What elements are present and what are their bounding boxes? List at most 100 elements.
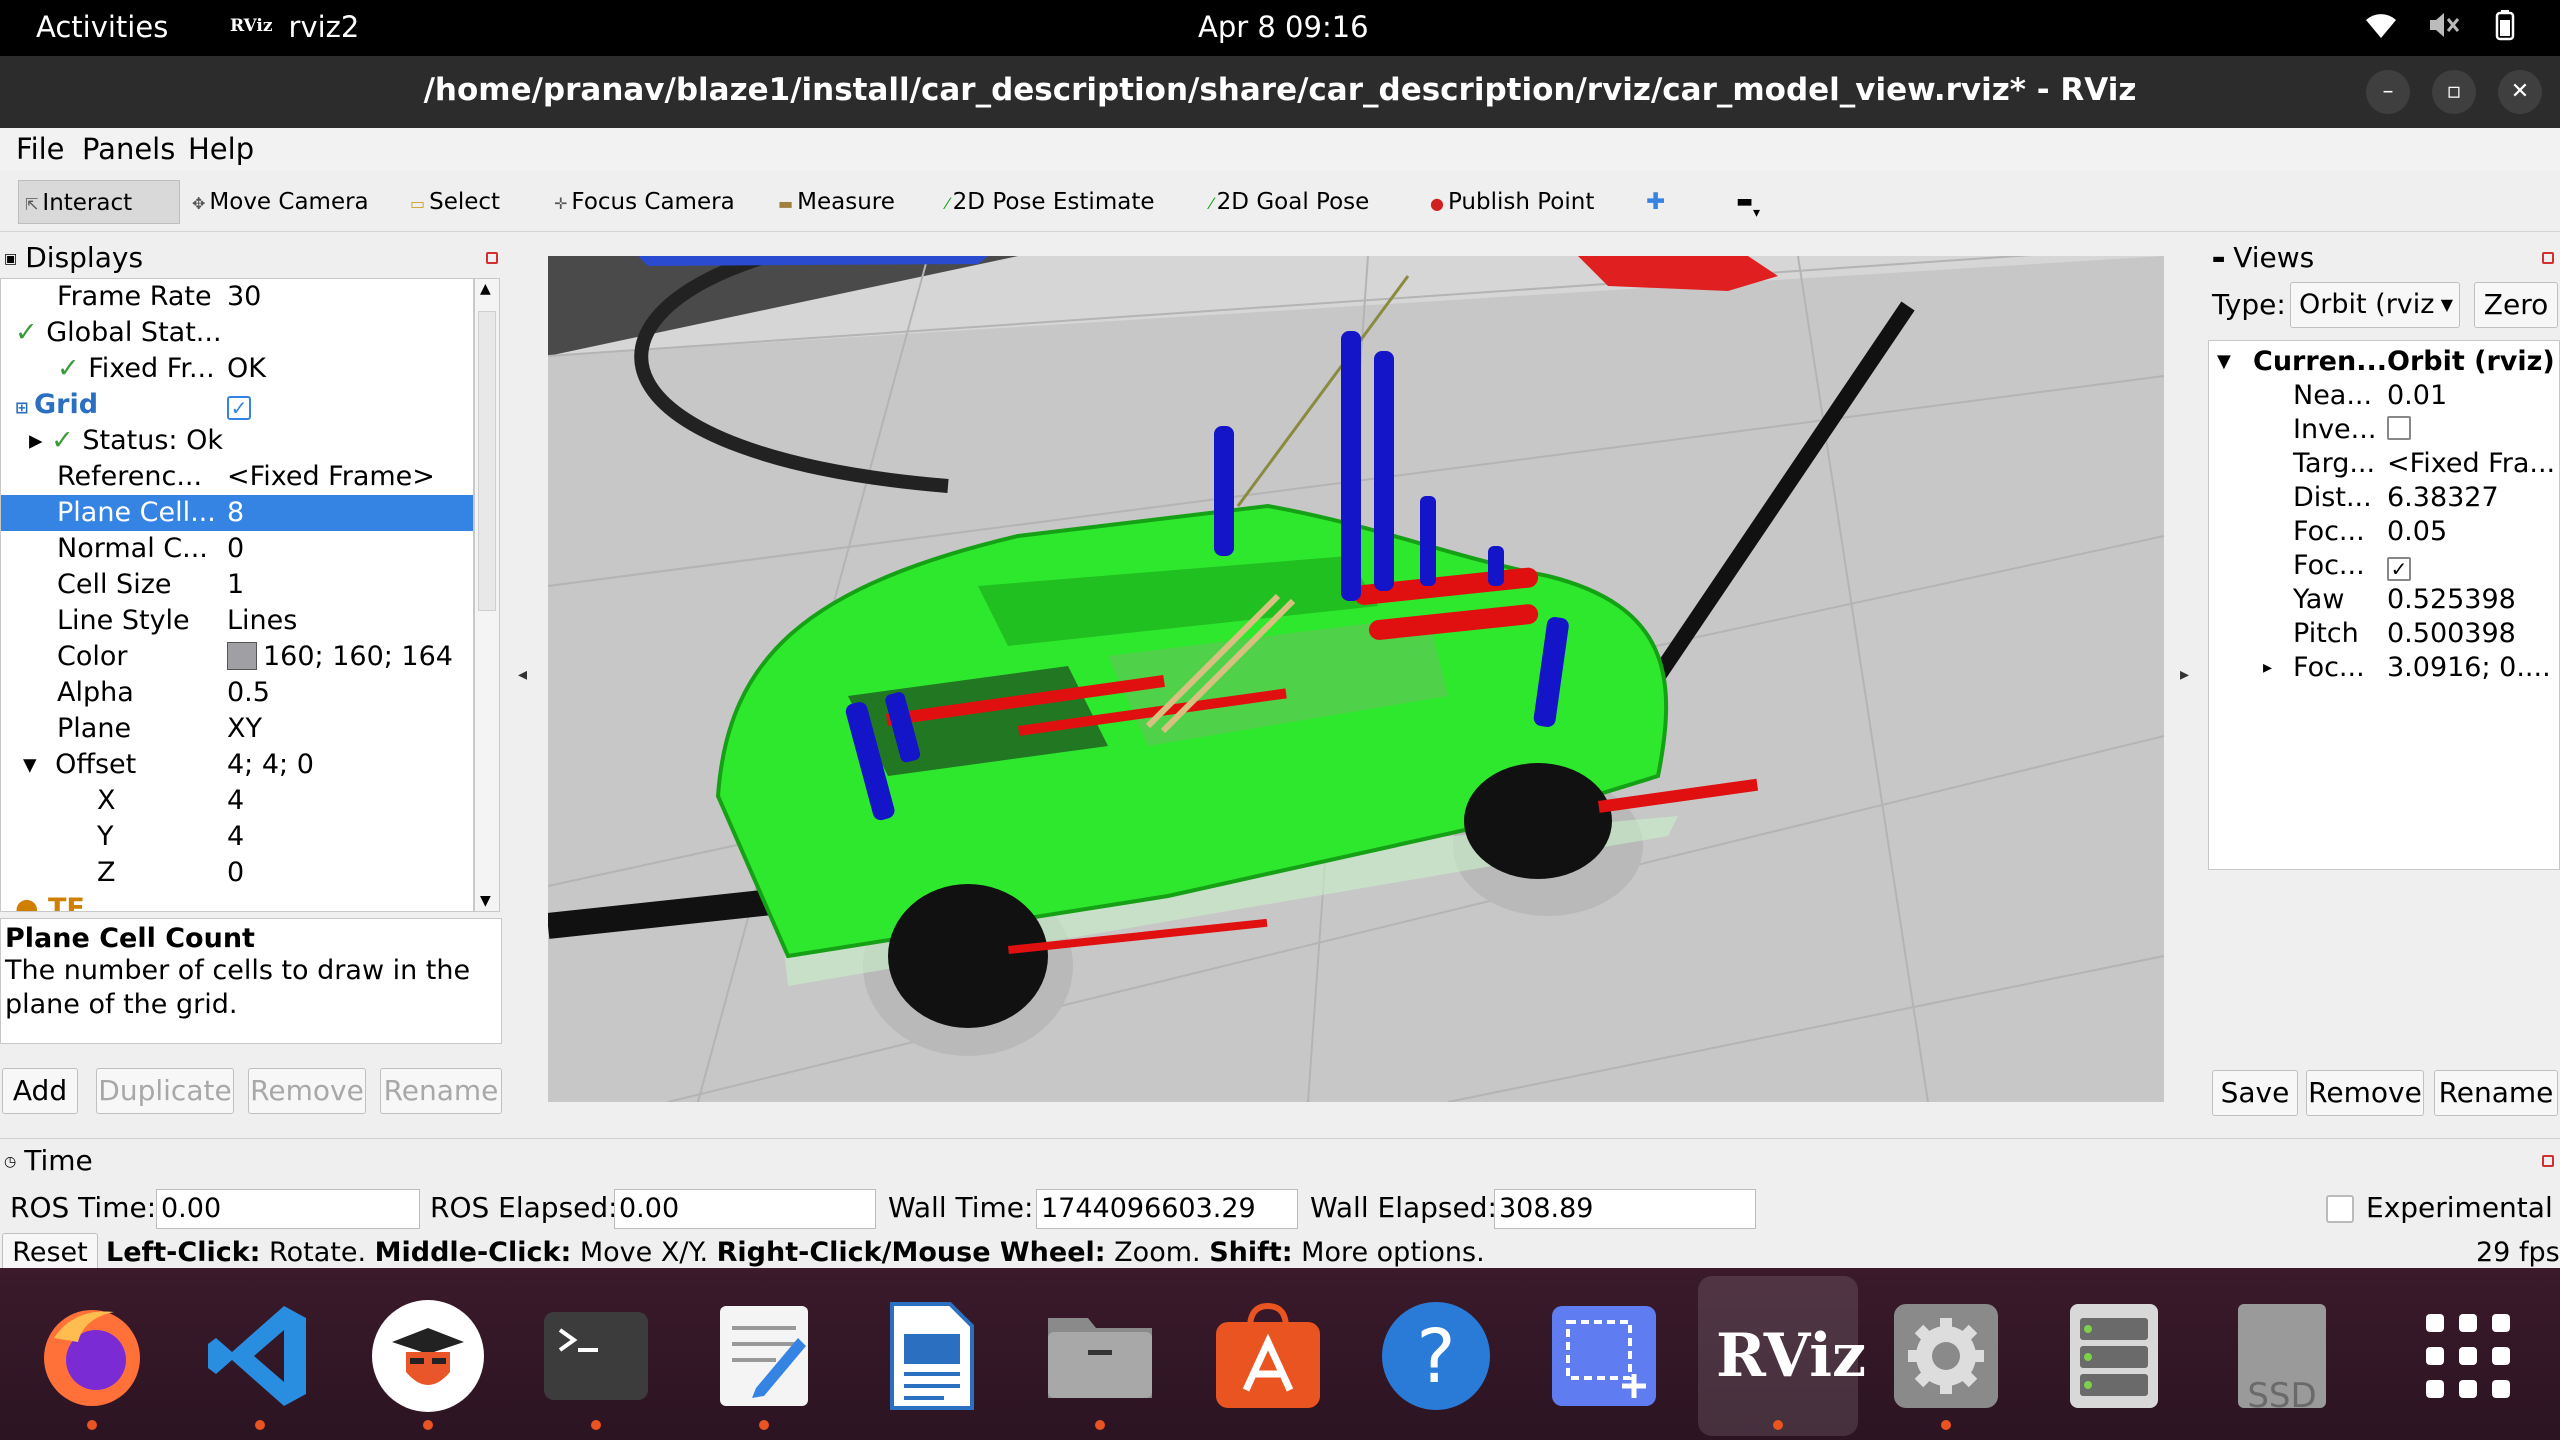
zero-button[interactable]: Zero bbox=[2474, 282, 2558, 328]
focus-camera-tool[interactable]: ✛ Focus Camera bbox=[548, 180, 735, 224]
tree-row-alpha[interactable]: Alpha 0.5 bbox=[1, 675, 473, 711]
views-rename-button[interactable]: Rename bbox=[2434, 1070, 2558, 1116]
interact-tool[interactable]: ⇱ Interact bbox=[18, 180, 180, 224]
tree-row-normal-cell-count[interactable]: Normal C... 0 bbox=[1, 531, 473, 567]
text-editor-icon[interactable] bbox=[706, 1298, 822, 1414]
scroll-down-icon[interactable]: ▼ bbox=[480, 893, 491, 909]
tree-row-global-status[interactable]: ✓ Global Stat... bbox=[1, 315, 473, 351]
files-icon[interactable] bbox=[1042, 1298, 1158, 1414]
remove-button[interactable]: Remove bbox=[248, 1068, 366, 1114]
expand-arrow-icon[interactable]: ▸ bbox=[29, 425, 51, 456]
experimental-checkbox[interactable] bbox=[2326, 1195, 2354, 1223]
scroll-thumb[interactable] bbox=[478, 311, 496, 611]
duplicate-button[interactable]: Duplicate bbox=[96, 1068, 234, 1114]
view-row-focal-point[interactable]: ▸ Foc... 3.0916; 0.... bbox=[2209, 651, 2559, 685]
collapse-arrow-icon[interactable]: ▾ bbox=[23, 749, 45, 780]
select-tool[interactable]: ▭ Select bbox=[404, 180, 500, 224]
goal-pose-tool[interactable]: ⁄ 2D Goal Pose bbox=[1204, 180, 1369, 224]
view-row-focal-shape-size[interactable]: Foc... 0.05 bbox=[2209, 515, 2559, 549]
tree-row-line-style[interactable]: Line Style Lines bbox=[1, 603, 473, 639]
tree-row-color[interactable]: Color 160; 160; 164 bbox=[1, 639, 473, 675]
collapse-right-icon[interactable]: ▸ bbox=[2180, 664, 2189, 685]
collapse-arrow-icon[interactable]: ▼ bbox=[2217, 345, 2231, 379]
view-row-near-clip[interactable]: Nea... 0.01 bbox=[2209, 379, 2559, 413]
render-viewport[interactable] bbox=[548, 256, 2164, 1102]
add-tool-icon[interactable]: ✚ bbox=[1640, 180, 1665, 224]
minimize-icon[interactable]: – bbox=[2366, 70, 2410, 114]
ros-elapsed-field[interactable]: 0.00 bbox=[614, 1189, 876, 1229]
move-camera-tool[interactable]: ✥ Move Camera bbox=[186, 180, 369, 224]
tree-row-frame-rate[interactable]: Frame Rate 30 bbox=[1, 279, 473, 315]
time-panel-header[interactable]: ◷ Time bbox=[0, 1143, 2560, 1179]
tree-row-status-ok[interactable]: ▸ ✓ Status: Ok bbox=[1, 423, 473, 459]
time-close-icon[interactable] bbox=[2542, 1155, 2554, 1167]
show-apps-icon[interactable] bbox=[2410, 1298, 2526, 1414]
tree-row-plane[interactable]: Plane XY bbox=[1, 711, 473, 747]
activities-button[interactable]: Activities bbox=[36, 10, 168, 44]
tree-row-cell-size[interactable]: Cell Size 1 bbox=[1, 567, 473, 603]
app-center-icon[interactable] bbox=[1210, 1298, 1326, 1414]
rviz-icon[interactable]: RViz bbox=[1716, 1298, 1866, 1414]
disks-icon[interactable] bbox=[2056, 1298, 2172, 1414]
color-swatch[interactable] bbox=[227, 642, 257, 670]
focal-shape-checkbox[interactable]: ✓ bbox=[2387, 557, 2411, 581]
menu-file[interactable]: File bbox=[16, 132, 65, 166]
terminal-icon[interactable] bbox=[538, 1298, 654, 1414]
window-titlebar[interactable]: /home/pranav/blaze1/install/car_descript… bbox=[0, 56, 2560, 128]
add-button[interactable]: Add bbox=[2, 1068, 78, 1114]
views-save-button[interactable]: Save bbox=[2212, 1070, 2298, 1116]
clock[interactable]: Apr 8 09:16 bbox=[1198, 10, 1369, 44]
tree-row-offset-x[interactable]: X4 bbox=[1, 783, 473, 819]
view-row-target-frame[interactable]: Targ... <Fixed Fra... bbox=[2209, 447, 2559, 481]
anonymous-app-icon[interactable] bbox=[370, 1298, 486, 1414]
vscode-icon[interactable] bbox=[202, 1298, 318, 1414]
wall-elapsed-field[interactable]: 308.89 bbox=[1494, 1189, 1756, 1229]
displays-close-icon[interactable] bbox=[486, 252, 498, 264]
rename-button[interactable]: Rename bbox=[380, 1068, 502, 1114]
displays-tree[interactable]: Frame Rate 30 ✓ Global Stat... ✓ Fixed Fr… bbox=[0, 278, 474, 912]
view-type-select[interactable]: Orbit (rviz ▼ bbox=[2290, 282, 2460, 328]
tree-row-tf[interactable]: ● TF bbox=[1, 891, 473, 911]
system-tray[interactable] bbox=[2364, 8, 2522, 42]
reset-button[interactable]: Reset bbox=[2, 1233, 98, 1273]
libreoffice-writer-icon[interactable] bbox=[874, 1298, 990, 1414]
measure-tool[interactable]: ▬ Measure bbox=[772, 180, 895, 224]
view-row-focal-shape-fixed[interactable]: Foc... ✓ bbox=[2209, 549, 2559, 583]
tree-row-reference-frame[interactable]: Referenc... <Fixed Frame> bbox=[1, 459, 473, 495]
views-remove-button[interactable]: Remove bbox=[2306, 1070, 2424, 1116]
invert-z-checkbox[interactable] bbox=[2387, 416, 2411, 440]
close-icon[interactable]: ✕ bbox=[2498, 70, 2542, 114]
firefox-icon[interactable] bbox=[34, 1298, 150, 1414]
views-close-icon[interactable] bbox=[2542, 252, 2554, 264]
view-row-yaw[interactable]: Yaw 0.525398 bbox=[2209, 583, 2559, 617]
screenshot-icon[interactable] bbox=[1546, 1298, 1662, 1414]
expand-arrow-icon[interactable]: ▸ bbox=[2263, 651, 2272, 685]
wall-time-field[interactable]: 1744096603.29 bbox=[1036, 1189, 1298, 1229]
ros-time-field[interactable]: 0.00 bbox=[156, 1189, 420, 1229]
scroll-up-icon[interactable]: ▲ bbox=[480, 281, 491, 297]
remove-tool-icon[interactable]: ▬▾ bbox=[1730, 180, 1760, 224]
maximize-icon[interactable]: ▫ bbox=[2432, 70, 2476, 114]
tree-row-fixed-frame[interactable]: ✓ Fixed Fr... OK bbox=[1, 351, 473, 387]
view-row-distance[interactable]: Dist... 6.38327 bbox=[2209, 481, 2559, 515]
displays-scrollbar[interactable]: ▲ ▼ bbox=[474, 278, 500, 912]
view-row-pitch[interactable]: Pitch 0.500398 bbox=[2209, 617, 2559, 651]
tree-row-offset-z[interactable]: Z0 bbox=[1, 855, 473, 891]
pose-estimate-tool[interactable]: ⁄ 2D Pose Estimate bbox=[940, 180, 1154, 224]
menu-help[interactable]: Help bbox=[188, 132, 254, 166]
collapse-left-icon[interactable]: ◂ bbox=[518, 664, 527, 685]
view-current-row[interactable]: ▼ Curren... Orbit (rviz) bbox=[2209, 345, 2559, 379]
publish-point-tool[interactable]: ● Publish Point bbox=[1424, 180, 1594, 224]
view-row-invert-z[interactable]: Inve... bbox=[2209, 413, 2559, 447]
help-icon[interactable]: ? bbox=[1378, 1298, 1494, 1414]
settings-icon[interactable] bbox=[1888, 1298, 2004, 1414]
tree-row-grid[interactable]: ⊞ Grid ✓ bbox=[1, 387, 473, 423]
app-menu[interactable]: RViz rviz2 bbox=[230, 10, 359, 44]
tree-row-plane-cell-count[interactable]: Plane Cell... 8 bbox=[1, 495, 473, 531]
views-tree[interactable]: ▼ Curren... Orbit (rviz) Nea... 0.01 Inve..… bbox=[2208, 340, 2560, 870]
displays-panel-header[interactable]: ▣ Displays bbox=[0, 240, 504, 276]
grid-enabled-checkbox[interactable]: ✓ bbox=[227, 396, 251, 420]
tree-row-offset-y[interactable]: Y4 bbox=[1, 819, 473, 855]
menu-panels[interactable]: Panels bbox=[82, 132, 175, 166]
tree-row-offset[interactable]: ▾ Offset 4; 4; 0 bbox=[1, 747, 473, 783]
